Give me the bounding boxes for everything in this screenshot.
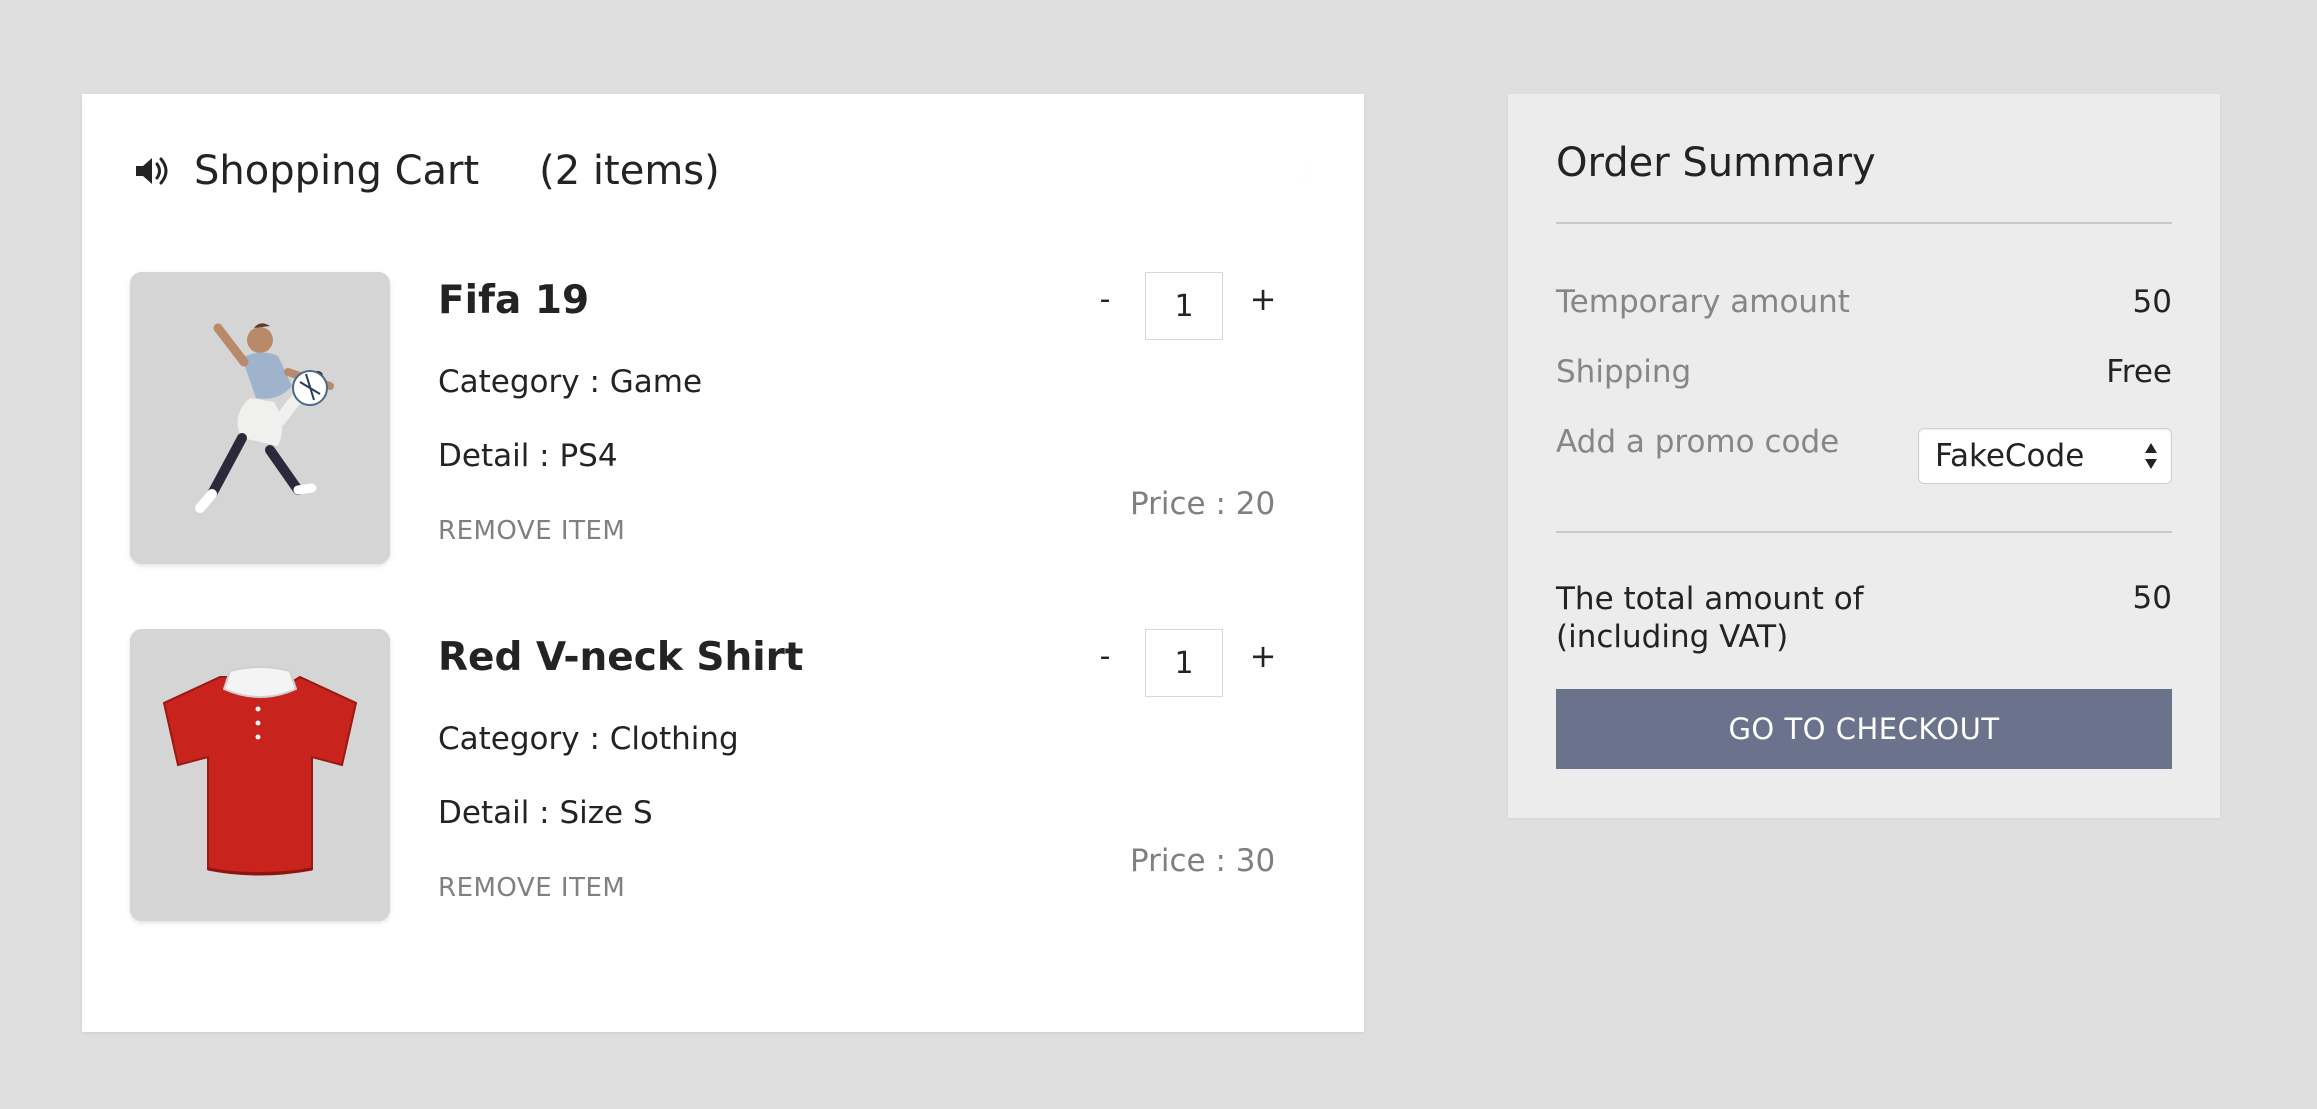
- cart-title: Shopping Cart: [194, 148, 480, 194]
- cart-item: Red V-neck Shirt Category : Clothing Det…: [130, 629, 1316, 921]
- summary-title: Order Summary: [1556, 140, 1876, 186]
- quantity-input[interactable]: [1145, 629, 1223, 697]
- promo-code-selected: FakeCode: [1935, 438, 2085, 474]
- temporary-amount-value: 50: [2132, 284, 2172, 320]
- temporary-amount-label: Temporary amount: [1556, 284, 1850, 320]
- item-name: Fifa 19: [438, 278, 590, 323]
- cart-item: Fifa 19 Category : Game Detail : PS4 REM…: [130, 272, 1316, 564]
- decrease-quantity-button[interactable]: -: [1090, 282, 1120, 317]
- shipping-label: Shipping: [1556, 354, 1692, 390]
- divider: [1556, 222, 2172, 224]
- increase-quantity-button[interactable]: +: [1248, 637, 1278, 675]
- remove-item-button[interactable]: REMOVE ITEM: [438, 873, 625, 903]
- increase-quantity-button[interactable]: +: [1248, 280, 1278, 318]
- decrease-quantity-button[interactable]: -: [1090, 639, 1120, 674]
- cart-item-count: (2 items): [539, 148, 720, 194]
- item-detail: Detail : Size S: [438, 795, 653, 831]
- quantity-input[interactable]: [1145, 272, 1223, 340]
- item-category: Category : Clothing: [438, 721, 739, 757]
- item-category: Category : Game: [438, 364, 703, 400]
- item-detail: Detail : PS4: [438, 438, 618, 474]
- promo-code-select[interactable]: FakeCode: [1918, 428, 2172, 484]
- checkout-button[interactable]: GO TO CHECKOUT: [1556, 689, 2172, 769]
- shipping-value: Free: [2106, 354, 2172, 390]
- total-amount-value: 50: [2132, 580, 2172, 616]
- cart-header: Shopping Cart (2 items): [132, 136, 1314, 206]
- total-amount-label: The total amount of (including VAT): [1556, 581, 1864, 655]
- remove-item-button[interactable]: REMOVE ITEM: [438, 516, 625, 546]
- item-price: Price : 30: [1130, 843, 1276, 879]
- soccer-player-image: [130, 272, 390, 564]
- item-price: Price : 20: [1130, 486, 1276, 522]
- promo-code-label: Add a promo code: [1556, 424, 1840, 460]
- red-shirt-image: [130, 629, 390, 921]
- item-name: Red V-neck Shirt: [438, 635, 804, 680]
- speaker-icon[interactable]: [132, 151, 172, 191]
- select-arrows-icon: [2145, 443, 2157, 469]
- order-summary-panel: Order Summary Temporary amount 50 Shippi…: [1508, 94, 2220, 818]
- moon-icon[interactable]: [1268, 150, 1308, 190]
- shopping-cart-panel: Shopping Cart (2 items) Fifa 19 Category…: [82, 94, 1364, 1032]
- divider: [1556, 531, 2172, 533]
